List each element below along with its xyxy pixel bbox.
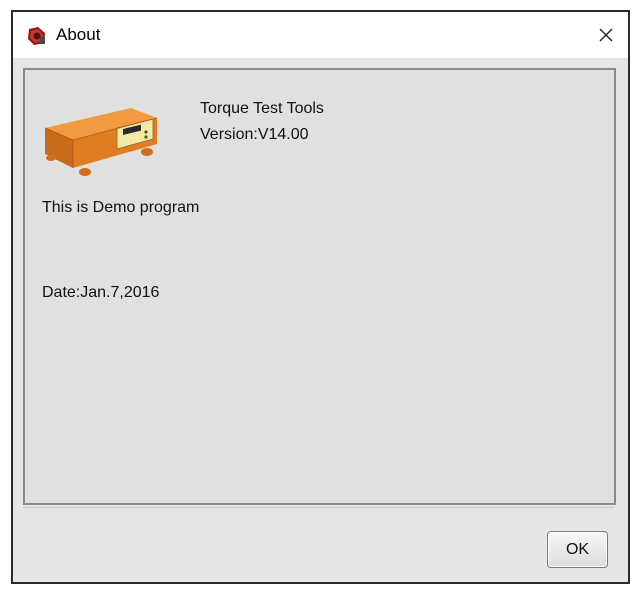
footer-divider	[23, 507, 614, 508]
app-version: Version:V14.00	[200, 126, 309, 143]
torque-tester-device-image	[44, 108, 158, 176]
demo-notice: This is Demo program	[42, 199, 200, 216]
title-bar: About	[13, 12, 628, 58]
ok-button[interactable]: OK	[547, 531, 608, 568]
window-title: About	[56, 25, 101, 44]
close-button[interactable]	[584, 12, 628, 58]
release-date: Date:Jan.7,2016	[42, 284, 160, 301]
about-content-panel: Torque Test Tools Version:V14.00 This is…	[23, 68, 616, 505]
app-name: Torque Test Tools	[200, 100, 324, 117]
close-icon	[599, 28, 613, 42]
app-logo-icon	[28, 27, 45, 45]
about-dialog: About Torque Test Tools Version:V14.00 T…	[11, 10, 630, 584]
